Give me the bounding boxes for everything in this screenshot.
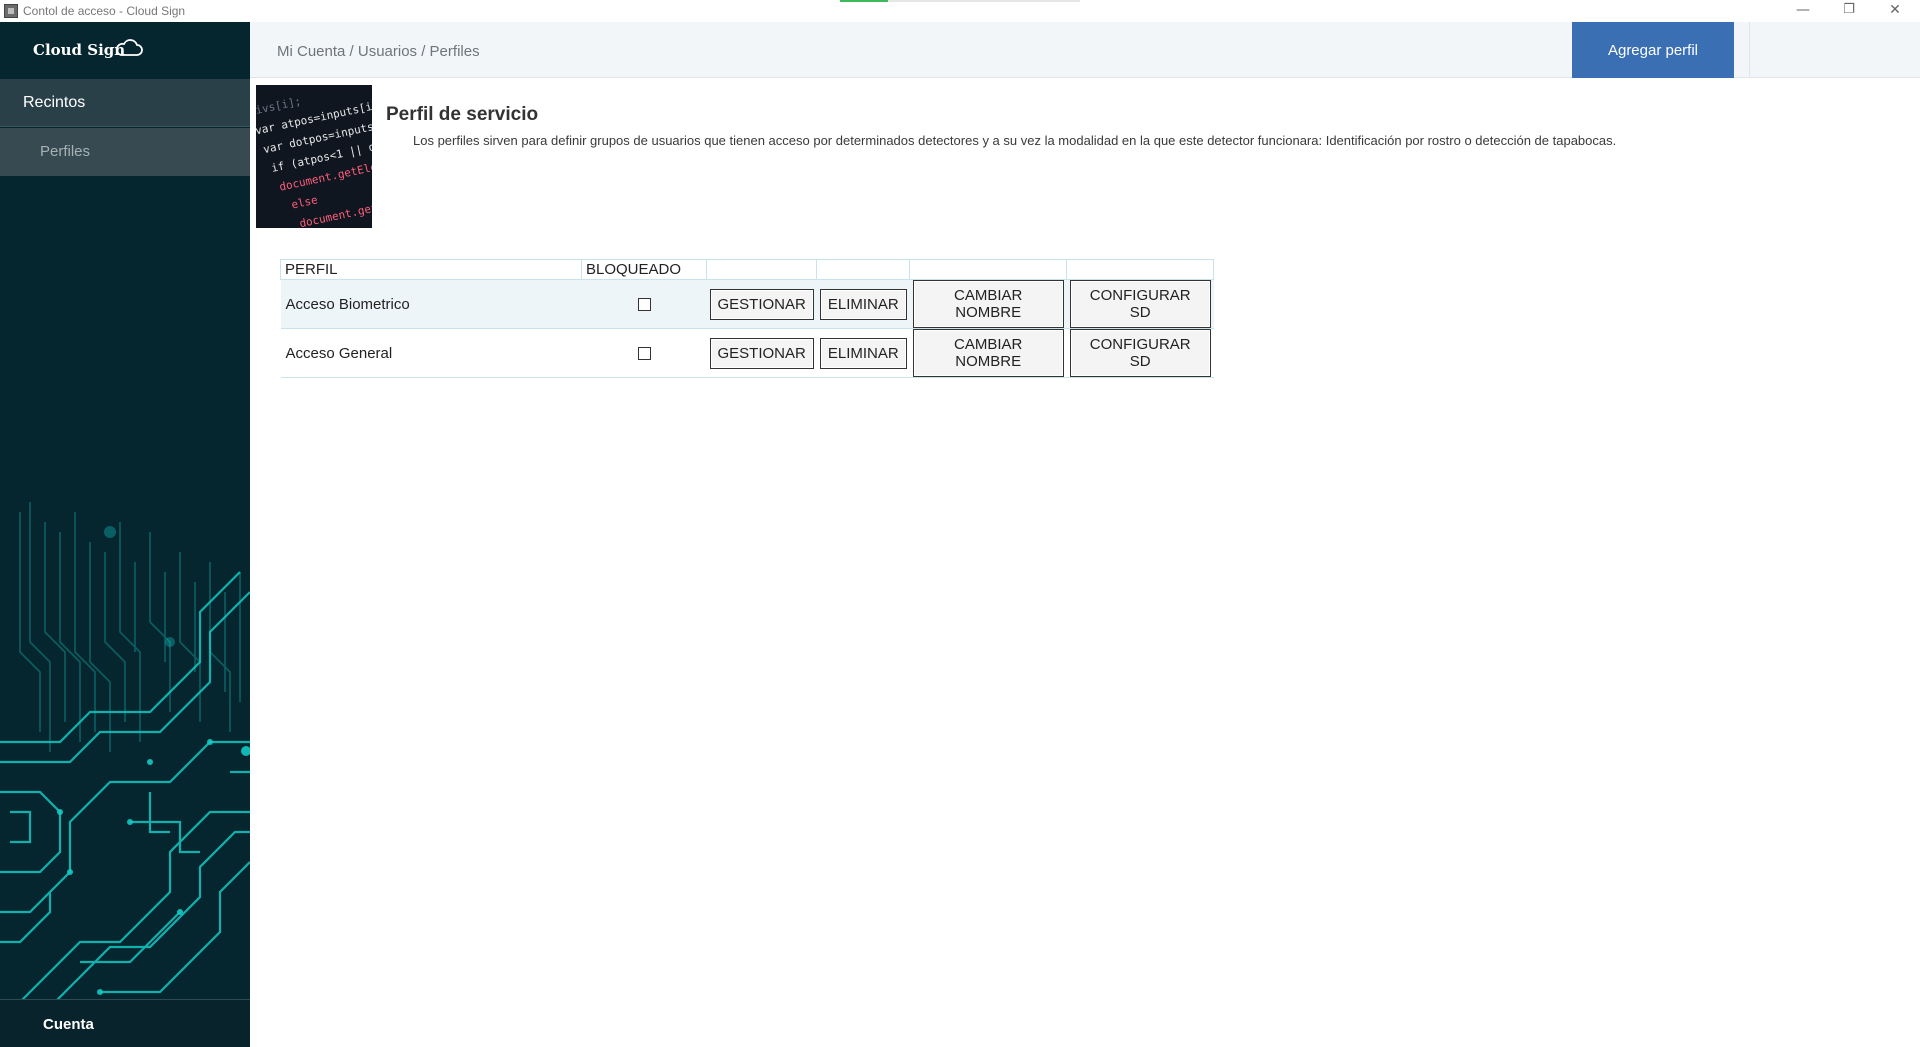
header-divider [1749, 22, 1750, 77]
top-header: Mi Cuenta / Usuarios / Perfiles Agregar … [250, 22, 1920, 78]
sidebar-item-recintos[interactable]: Recintos [0, 79, 250, 127]
blocked-checkbox[interactable] [637, 347, 651, 361]
action-cell: ELIMINAR [816, 279, 910, 329]
code-thumbnail: divs[i]; var atpos=inputs[i var dotpos=i… [256, 85, 372, 228]
minimize-icon[interactable]: — [1780, 0, 1826, 22]
manage-button[interactable]: GESTIONAR [709, 337, 814, 369]
action-cell: CONFIGURAR SD [1066, 279, 1214, 329]
add-profile-button[interactable]: Agregar perfil [1572, 22, 1734, 78]
sidebar-item-label: Recintos [23, 94, 86, 111]
brand[interactable]: Cloud Sign [0, 22, 250, 78]
close-icon[interactable]: ✕ [1872, 0, 1918, 22]
table-row: Acceso General GESTIONAR ELIMINAR CAMBIA… [280, 328, 1214, 378]
action-cell: CAMBIAR NOMBRE [909, 328, 1067, 378]
blocked-checkbox[interactable] [637, 298, 651, 312]
action-cell: GESTIONAR [706, 328, 817, 378]
table-row: Acceso Biometrico GESTIONAR ELIMINAR CAM… [280, 279, 1214, 329]
app-icon [4, 4, 18, 18]
restore-icon[interactable]: ❐ [1826, 0, 1872, 22]
blocked-cell [581, 328, 707, 378]
blocked-cell [581, 279, 707, 329]
column-header-empty [816, 259, 911, 280]
window-titlebar: Contol de acceso - Cloud Sign — ❐ ✕ [0, 0, 1920, 22]
table-header-row: PERFIL BLOQUEADO [280, 259, 1215, 280]
action-cell: ELIMINAR [816, 328, 910, 378]
window-title: Contol de acceso - Cloud Sign [23, 4, 186, 18]
column-header-bloqueado: BLOQUEADO [581, 259, 707, 280]
column-header-empty [909, 259, 1068, 280]
profile-name: Acceso Biometrico [280, 279, 582, 329]
load-progress-fill [840, 0, 888, 2]
profile-name: Acceso General [280, 328, 582, 378]
delete-button[interactable]: ELIMINAR [819, 288, 907, 320]
column-header-empty [1066, 259, 1215, 280]
action-cell: CONFIGURAR SD [1066, 328, 1214, 378]
delete-button[interactable]: ELIMINAR [819, 337, 907, 369]
sidebar-account-label: Cuenta [43, 1016, 94, 1033]
sidebar-account[interactable]: Cuenta [0, 999, 250, 1047]
cloud-icon [115, 39, 143, 56]
sidebar-item-perfiles[interactable]: Perfiles [0, 128, 250, 176]
manage-button[interactable]: GESTIONAR [709, 288, 814, 320]
configure-sd-button[interactable]: CONFIGURAR SD [1069, 329, 1211, 377]
brand-name: Cloud Sign [33, 41, 126, 59]
sidebar-item-label: Perfiles [40, 143, 91, 160]
sidebar: Cloud Sign Recintos Perfiles Cuenta [0, 22, 250, 1047]
profiles-table: PERFIL BLOQUEADO Acceso Biometrico GESTI… [280, 259, 1215, 378]
breadcrumb[interactable]: Mi Cuenta / Usuarios / Perfiles [277, 43, 480, 60]
column-header-perfil: PERFIL [280, 259, 582, 280]
page-description: Los perfiles sirven para definir grupos … [413, 133, 1617, 148]
load-progress-bar [840, 0, 1080, 2]
column-header-empty [705, 259, 818, 280]
action-cell: CAMBIAR NOMBRE [909, 279, 1067, 329]
circuit-decoration [0, 502, 250, 1008]
page-title: Perfil de servicio [386, 104, 539, 125]
action-cell: GESTIONAR [706, 279, 817, 329]
configure-sd-button[interactable]: CONFIGURAR SD [1069, 280, 1211, 328]
rename-button[interactable]: CAMBIAR NOMBRE [912, 329, 1064, 377]
rename-button[interactable]: CAMBIAR NOMBRE [912, 280, 1064, 328]
